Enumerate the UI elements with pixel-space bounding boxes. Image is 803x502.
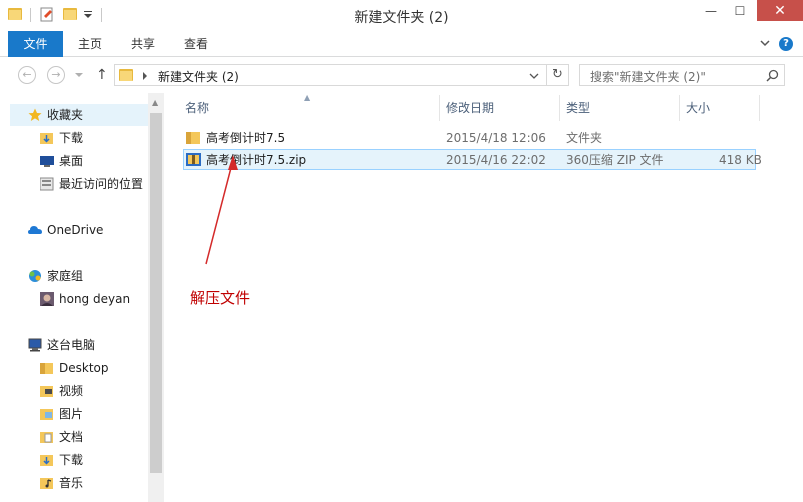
column-header-type[interactable]: 类型 (566, 93, 590, 123)
scroll-thumb[interactable] (150, 113, 162, 473)
column-divider[interactable] (439, 95, 440, 121)
download-folder-icon (40, 455, 53, 466)
breadcrumb-separator-icon[interactable] (143, 72, 148, 80)
music-folder-icon (40, 478, 53, 489)
user-avatar-icon (40, 292, 54, 306)
window-title: 新建文件夹 (2) (354, 10, 449, 26)
scroll-up-arrow-icon[interactable]: ▲ (152, 98, 158, 107)
file-date: 2015/4/16 22:02 (446, 153, 546, 167)
tab-home[interactable]: 主页 (72, 31, 108, 57)
column-divider[interactable] (679, 95, 680, 121)
column-header-size[interactable]: 大小 (686, 93, 710, 123)
close-button[interactable]: ✕ (757, 0, 803, 21)
recent-locations-chevron-icon[interactable] (75, 73, 83, 78)
column-divider[interactable] (759, 95, 760, 121)
title-bar: 新建文件夹 (2) — ☐ ✕ (0, 0, 803, 31)
column-header-name[interactable]: 名称 (185, 93, 209, 123)
help-icon[interactable]: ? (779, 37, 793, 51)
table-row[interactable]: 高考倒计时7.5 2015/4/18 12:06 文件夹 (183, 128, 756, 149)
file-size: 418 KB (719, 153, 762, 167)
ribbon-tabs: 文件 主页 共享 查看 ? (0, 31, 803, 57)
column-divider[interactable] (559, 95, 560, 121)
desktop-icon (40, 156, 54, 167)
navigation-pane: 收藏夹 下载 桌面 最近访问的位置 OneDrive 家庭组 hong deya… (0, 93, 164, 502)
recent-places-icon (40, 177, 54, 191)
forward-button[interactable]: → (47, 66, 65, 84)
table-row[interactable]: 高考倒计时7.5.zip 2015/4/16 22:02 360压缩 ZIP 文… (183, 149, 762, 170)
sort-ascending-icon: ▲ (304, 93, 311, 102)
homegroup-icon (29, 270, 41, 282)
folder-icon (186, 132, 200, 144)
search-input[interactable]: 搜索"新建文件夹 (2)" (579, 64, 785, 86)
tab-file[interactable]: 文件 (8, 31, 63, 57)
up-button[interactable]: ↑ (96, 67, 108, 83)
file-name: 高考倒计时7.5 (206, 131, 286, 145)
search-icon[interactable] (766, 69, 779, 82)
breadcrumb[interactable]: 新建文件夹 (2) (158, 68, 239, 85)
column-header-date[interactable]: 修改日期 (446, 93, 494, 123)
file-date: 2015/4/18 12:06 (446, 131, 546, 145)
file-type: 360压缩 ZIP 文件 (566, 153, 664, 167)
minimize-button[interactable]: — (697, 0, 725, 21)
star-icon (28, 108, 42, 121)
video-folder-icon (40, 386, 53, 397)
address-bar[interactable]: 新建文件夹 (2) (114, 64, 547, 86)
refresh-button[interactable]: ↻ (547, 64, 569, 86)
back-button[interactable]: ← (18, 66, 36, 84)
pictures-folder-icon (40, 409, 53, 420)
cloud-icon (28, 226, 42, 234)
file-list: ▲ 名称 修改日期 类型 大小 高考倒计时7.5 2015/4/18 12:06… (164, 93, 803, 502)
nav-scrollbar[interactable]: ▲ (148, 93, 164, 502)
download-folder-icon (40, 133, 53, 144)
file-name: 高考倒计时7.5.zip (206, 153, 307, 167)
annotation-label: 解压文件 (190, 289, 251, 307)
chevron-down-icon[interactable] (529, 73, 539, 79)
search-placeholder: 搜索"新建文件夹 (2)" (590, 70, 706, 84)
folder-icon (119, 69, 133, 81)
computer-icon (28, 338, 42, 352)
documents-folder-icon (40, 432, 53, 443)
address-toolbar: ← → ↑ 新建文件夹 (2) ↻ 搜索"新建文件夹 (2)" (0, 57, 803, 93)
chevron-down-icon[interactable] (759, 37, 771, 49)
tab-view[interactable]: 查看 (178, 31, 214, 57)
maximize-button[interactable]: ☐ (726, 0, 754, 21)
file-type: 文件夹 (566, 131, 603, 145)
tab-share[interactable]: 共享 (125, 31, 161, 57)
folder-icon (40, 363, 53, 374)
zip-archive-icon (186, 153, 201, 166)
